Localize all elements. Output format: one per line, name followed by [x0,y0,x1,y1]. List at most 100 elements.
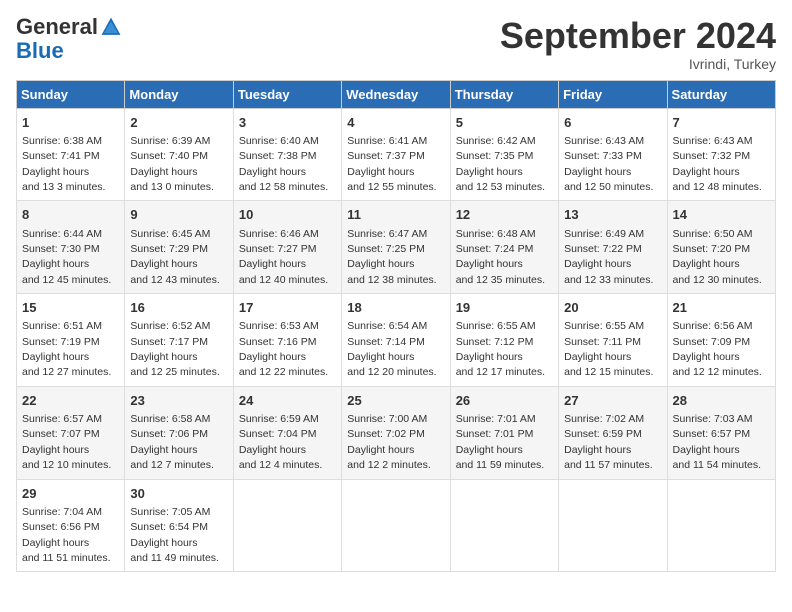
logo-general: General [16,16,98,38]
calendar-cell [233,479,341,572]
day-number: 9 [130,206,227,224]
day-number: 29 [22,485,119,503]
day-number: 15 [22,299,119,317]
day-number: 8 [22,206,119,224]
calendar-cell: 24 Sunrise: 6:59 AMSunset: 7:04 PMDayligh… [233,386,341,479]
calendar-cell: 23 Sunrise: 6:58 AMSunset: 7:06 PMDayligh… [125,386,233,479]
calendar-cell: 6 Sunrise: 6:43 AMSunset: 7:33 PMDaylight… [559,108,667,201]
day-info: Sunrise: 7:01 AMSunset: 7:01 PMDaylight … [456,413,545,471]
day-info: Sunrise: 6:42 AMSunset: 7:35 PMDaylight … [456,135,545,193]
calendar-cell: 17 Sunrise: 6:53 AMSunset: 7:16 PMDayligh… [233,294,341,387]
calendar-cell: 21 Sunrise: 6:56 AMSunset: 7:09 PMDayligh… [667,294,775,387]
day-number: 23 [130,392,227,410]
calendar-cell: 25 Sunrise: 7:00 AMSunset: 7:02 PMDayligh… [342,386,450,479]
day-number: 24 [239,392,336,410]
day-info: Sunrise: 6:58 AMSunset: 7:06 PMDaylight … [130,413,213,471]
calendar-cell: 11Sunrise: 6:47 AMSunset: 7:25 PMDayligh… [342,201,450,294]
logo-icon [100,16,122,38]
day-number: 20 [564,299,661,317]
day-number: 21 [673,299,770,317]
day-number: 17 [239,299,336,317]
calendar-week-row: 15 Sunrise: 6:51 AMSunset: 7:19 PMDayligh… [17,294,776,387]
calendar-cell: 30Sunrise: 7:05 AMSunset: 6:54 PMDayligh… [125,479,233,572]
day-number: 19 [456,299,553,317]
day-header-thursday: Thursday [450,80,558,108]
day-number: 4 [347,114,444,132]
day-info: Sunrise: 6:43 AMSunset: 7:33 PMDaylight … [564,135,653,193]
page-header: General Blue September 2024 Ivrindi, Tur… [16,16,776,72]
day-info: Sunrise: 7:00 AMSunset: 7:02 PMDaylight … [347,413,430,471]
day-info: Sunrise: 6:54 AMSunset: 7:14 PMDaylight … [347,320,436,378]
day-info: Sunrise: 6:39 AMSunset: 7:40 PMDaylight … [130,135,213,193]
calendar-cell: 8 Sunrise: 6:44 AMSunset: 7:30 PMDaylight… [17,201,125,294]
day-info: Sunrise: 6:56 AMSunset: 7:09 PMDaylight … [673,320,762,378]
day-number: 26 [456,392,553,410]
day-number: 2 [130,114,227,132]
calendar-cell: 26 Sunrise: 7:01 AMSunset: 7:01 PMDayligh… [450,386,558,479]
day-info: Sunrise: 6:41 AMSunset: 7:37 PMDaylight … [347,135,436,193]
calendar-cell: 10 Sunrise: 6:46 AMSunset: 7:27 PMDayligh… [233,201,341,294]
day-header-monday: Monday [125,80,233,108]
day-info: Sunrise: 6:38 AMSunset: 7:41 PMDaylight … [22,135,105,193]
day-info: Sunrise: 6:44 AMSunset: 7:30 PMDaylight … [22,228,111,286]
calendar-header-row: SundayMondayTuesdayWednesdayThursdayFrid… [17,80,776,108]
day-number: 25 [347,392,444,410]
calendar-cell: 22Sunrise: 6:57 AMSunset: 7:07 PMDayligh… [17,386,125,479]
calendar-cell: 16 Sunrise: 6:52 AMSunset: 7:17 PMDayligh… [125,294,233,387]
day-info: Sunrise: 6:45 AMSunset: 7:29 PMDaylight … [130,228,219,286]
day-header-tuesday: Tuesday [233,80,341,108]
calendar-cell: 14 Sunrise: 6:50 AMSunset: 7:20 PMDayligh… [667,201,775,294]
calendar-cell [450,479,558,572]
day-number: 18 [347,299,444,317]
day-number: 1 [22,114,119,132]
calendar-cell [342,479,450,572]
calendar-cell: 1 Sunrise: 6:38 AMSunset: 7:41 PMDaylight… [17,108,125,201]
day-info: Sunrise: 6:57 AMSunset: 7:07 PMDaylight … [22,413,111,471]
day-info: Sunrise: 6:40 AMSunset: 7:38 PMDaylight … [239,135,328,193]
logo: General Blue [16,16,122,64]
calendar-cell: 15 Sunrise: 6:51 AMSunset: 7:19 PMDayligh… [17,294,125,387]
day-number: 7 [673,114,770,132]
day-info: Sunrise: 6:43 AMSunset: 7:32 PMDaylight … [673,135,762,193]
day-info: Sunrise: 6:55 AMSunset: 7:11 PMDaylight … [564,320,653,378]
calendar-week-row: 22Sunrise: 6:57 AMSunset: 7:07 PMDayligh… [17,386,776,479]
title-block: September 2024 Ivrindi, Turkey [500,16,776,72]
day-header-friday: Friday [559,80,667,108]
day-info: Sunrise: 6:51 AMSunset: 7:19 PMDaylight … [22,320,111,378]
calendar-week-row: 1 Sunrise: 6:38 AMSunset: 7:41 PMDaylight… [17,108,776,201]
day-info: Sunrise: 6:48 AMSunset: 7:24 PMDaylight … [456,228,545,286]
calendar-cell: 28 Sunrise: 7:03 AMSunset: 6:57 PMDayligh… [667,386,775,479]
calendar-cell: 27Sunrise: 7:02 AMSunset: 6:59 PMDayligh… [559,386,667,479]
day-number: 6 [564,114,661,132]
day-info: Sunrise: 6:46 AMSunset: 7:27 PMDaylight … [239,228,328,286]
day-number: 3 [239,114,336,132]
day-info: Sunrise: 6:52 AMSunset: 7:17 PMDaylight … [130,320,219,378]
day-info: Sunrise: 6:50 AMSunset: 7:20 PMDaylight … [673,228,762,286]
calendar-table: SundayMondayTuesdayWednesdayThursdayFrid… [16,80,776,573]
day-info: Sunrise: 6:49 AMSunset: 7:22 PMDaylight … [564,228,653,286]
day-number: 16 [130,299,227,317]
logo-blue: Blue [16,38,64,64]
day-header-sunday: Sunday [17,80,125,108]
day-info: Sunrise: 7:04 AMSunset: 6:56 PMDaylight … [22,506,111,564]
day-number: 27 [564,392,661,410]
day-info: Sunrise: 6:55 AMSunset: 7:12 PMDaylight … [456,320,545,378]
day-info: Sunrise: 6:59 AMSunset: 7:04 PMDaylight … [239,413,322,471]
month-title: September 2024 [500,16,776,56]
calendar-cell: 5 Sunrise: 6:42 AMSunset: 7:35 PMDaylight… [450,108,558,201]
day-number: 14 [673,206,770,224]
day-info: Sunrise: 7:05 AMSunset: 6:54 PMDaylight … [130,506,219,564]
day-info: Sunrise: 7:03 AMSunset: 6:57 PMDaylight … [673,413,762,471]
day-info: Sunrise: 6:53 AMSunset: 7:16 PMDaylight … [239,320,328,378]
day-number: 5 [456,114,553,132]
day-number: 12 [456,206,553,224]
calendar-cell: 29 Sunrise: 7:04 AMSunset: 6:56 PMDayligh… [17,479,125,572]
calendar-cell: 19 Sunrise: 6:55 AMSunset: 7:12 PMDayligh… [450,294,558,387]
calendar-cell [559,479,667,572]
day-number: 10 [239,206,336,224]
calendar-cell: 13Sunrise: 6:49 AMSunset: 7:22 PMDayligh… [559,201,667,294]
calendar-cell: 7 Sunrise: 6:43 AMSunset: 7:32 PMDaylight… [667,108,775,201]
calendar-cell: 20 Sunrise: 6:55 AMSunset: 7:11 PMDayligh… [559,294,667,387]
day-header-wednesday: Wednesday [342,80,450,108]
day-number: 28 [673,392,770,410]
